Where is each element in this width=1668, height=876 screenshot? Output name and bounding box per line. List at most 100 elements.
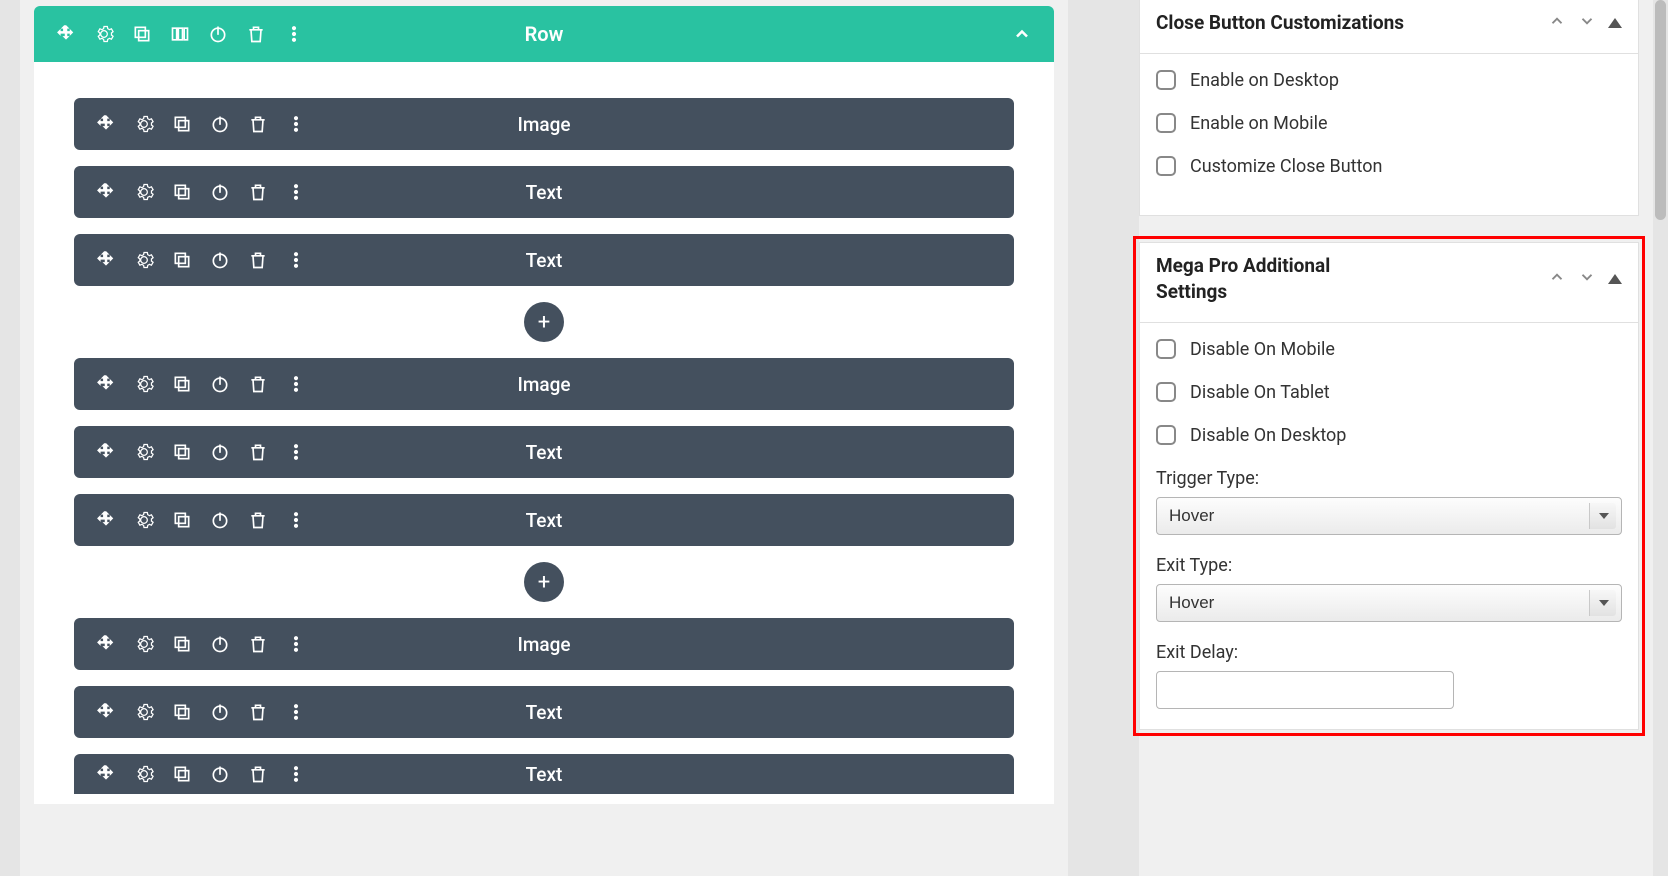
add-button[interactable] xyxy=(524,562,564,602)
gear-icon[interactable] xyxy=(134,250,154,270)
chevron-up-icon[interactable] xyxy=(1548,268,1566,290)
power-icon[interactable] xyxy=(210,764,230,784)
duplicate-icon[interactable] xyxy=(172,510,192,530)
gear-icon[interactable] xyxy=(134,182,154,202)
exit-type-select[interactable]: Hover xyxy=(1156,584,1622,622)
trash-icon[interactable] xyxy=(246,24,266,44)
checkbox-label[interactable]: Customize Close Button xyxy=(1190,156,1382,177)
block-text[interactable]: Text xyxy=(74,494,1014,546)
more-icon[interactable] xyxy=(286,374,306,394)
power-icon[interactable] xyxy=(210,114,230,134)
checkbox-disable-mobile[interactable] xyxy=(1156,339,1176,359)
duplicate-icon[interactable] xyxy=(172,374,192,394)
gear-icon[interactable] xyxy=(94,24,114,44)
trash-icon[interactable] xyxy=(248,250,268,270)
scrollbar-thumb[interactable] xyxy=(1655,0,1666,220)
more-icon[interactable] xyxy=(286,250,306,270)
block-text[interactable]: Text xyxy=(74,686,1014,738)
more-icon[interactable] xyxy=(286,634,306,654)
gear-icon[interactable] xyxy=(134,114,154,134)
trash-icon[interactable] xyxy=(248,702,268,722)
power-icon[interactable] xyxy=(210,374,230,394)
more-icon[interactable] xyxy=(286,764,306,784)
checkbox-enable-desktop[interactable] xyxy=(1156,70,1176,90)
block-image[interactable]: Image xyxy=(74,358,1014,410)
block-image[interactable]: Image xyxy=(74,618,1014,670)
trash-icon[interactable] xyxy=(248,374,268,394)
duplicate-icon[interactable] xyxy=(172,634,192,654)
block-text[interactable]: Text xyxy=(74,426,1014,478)
gear-icon[interactable] xyxy=(134,374,154,394)
duplicate-icon[interactable] xyxy=(172,182,192,202)
power-icon[interactable] xyxy=(210,510,230,530)
block-image[interactable]: Image xyxy=(74,98,1014,150)
move-icon[interactable] xyxy=(96,702,116,722)
move-icon[interactable] xyxy=(96,510,116,530)
more-icon[interactable] xyxy=(286,510,306,530)
move-icon[interactable] xyxy=(56,24,76,44)
power-icon[interactable] xyxy=(210,634,230,654)
builder-canvas: Row Image Text xyxy=(20,0,1068,876)
block-text[interactable]: Text xyxy=(74,234,1014,286)
scrollbar[interactable] xyxy=(1653,0,1668,876)
collapse-triangle-icon[interactable] xyxy=(1608,274,1622,284)
power-icon[interactable] xyxy=(210,250,230,270)
checkbox-enable-mobile[interactable] xyxy=(1156,113,1176,133)
checkbox-disable-tablet[interactable] xyxy=(1156,382,1176,402)
power-icon[interactable] xyxy=(208,24,228,44)
power-icon[interactable] xyxy=(210,182,230,202)
trash-icon[interactable] xyxy=(248,182,268,202)
trash-icon[interactable] xyxy=(248,510,268,530)
gear-icon[interactable] xyxy=(134,442,154,462)
chevron-down-icon[interactable] xyxy=(1578,12,1596,34)
checkbox-label[interactable]: Enable on Mobile xyxy=(1190,113,1328,134)
move-icon[interactable] xyxy=(96,764,116,784)
move-icon[interactable] xyxy=(96,250,116,270)
trash-icon[interactable] xyxy=(248,764,268,784)
checkbox-customize-close[interactable] xyxy=(1156,156,1176,176)
row-header[interactable]: Row xyxy=(34,6,1054,62)
more-icon[interactable] xyxy=(286,702,306,722)
collapse-triangle-icon[interactable] xyxy=(1608,18,1622,28)
checkbox-label[interactable]: Enable on Desktop xyxy=(1190,70,1339,91)
move-icon[interactable] xyxy=(96,374,116,394)
trash-icon[interactable] xyxy=(248,442,268,462)
block-text[interactable]: Text xyxy=(74,754,1014,794)
more-icon[interactable] xyxy=(284,24,304,44)
add-button[interactable] xyxy=(524,302,564,342)
move-icon[interactable] xyxy=(96,114,116,134)
duplicate-icon[interactable] xyxy=(172,114,192,134)
chevron-down-icon[interactable] xyxy=(1578,268,1596,290)
duplicate-icon[interactable] xyxy=(172,702,192,722)
gear-icon[interactable] xyxy=(134,634,154,654)
more-icon[interactable] xyxy=(286,114,306,134)
duplicate-icon[interactable] xyxy=(172,442,192,462)
checkbox-disable-desktop[interactable] xyxy=(1156,425,1176,445)
duplicate-icon[interactable] xyxy=(172,250,192,270)
exit-delay-input[interactable] xyxy=(1156,671,1454,709)
checkbox-label[interactable]: Disable On Mobile xyxy=(1190,339,1335,360)
checkbox-label[interactable]: Disable On Desktop xyxy=(1190,425,1346,446)
trigger-type-select[interactable]: Hover xyxy=(1156,497,1622,535)
block-label: Image xyxy=(517,633,570,656)
duplicate-icon[interactable] xyxy=(132,24,152,44)
trash-icon[interactable] xyxy=(248,634,268,654)
power-icon[interactable] xyxy=(210,442,230,462)
columns-icon[interactable] xyxy=(170,24,190,44)
gear-icon[interactable] xyxy=(134,764,154,784)
move-icon[interactable] xyxy=(96,634,116,654)
power-icon[interactable] xyxy=(210,702,230,722)
more-icon[interactable] xyxy=(286,182,306,202)
duplicate-icon[interactable] xyxy=(172,764,192,784)
gear-icon[interactable] xyxy=(134,510,154,530)
move-icon[interactable] xyxy=(96,182,116,202)
chevron-up-icon[interactable] xyxy=(1012,24,1032,44)
move-icon[interactable] xyxy=(96,442,116,462)
gear-icon[interactable] xyxy=(134,702,154,722)
chevron-up-icon[interactable] xyxy=(1548,12,1566,34)
block-text[interactable]: Text xyxy=(74,166,1014,218)
trash-icon[interactable] xyxy=(248,114,268,134)
checkbox-label[interactable]: Disable On Tablet xyxy=(1190,382,1330,403)
more-icon[interactable] xyxy=(286,442,306,462)
row-content: Image Text Text xyxy=(34,62,1054,804)
